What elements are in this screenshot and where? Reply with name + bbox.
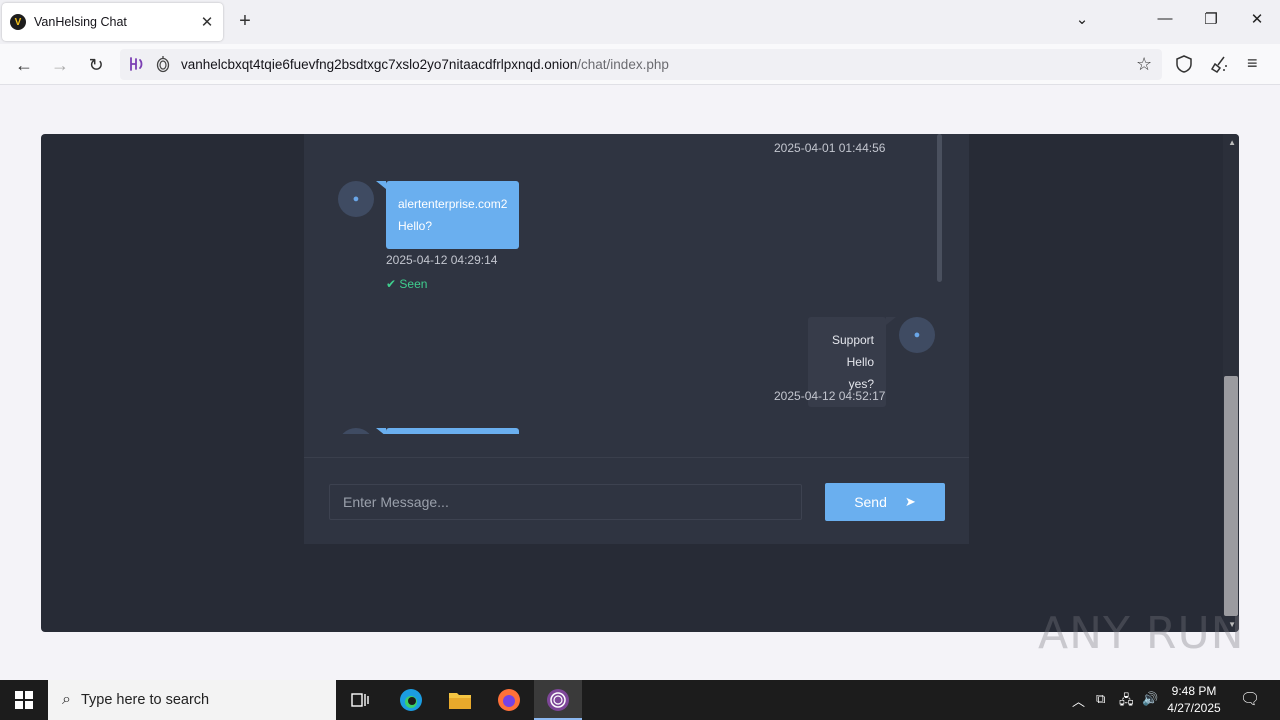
url-bar[interactable]: vanhelcbxqt4tqie6fuevfng2bsdtxgc7xslo2yo… bbox=[120, 49, 1162, 80]
bookmark-star-icon[interactable]: ☆ bbox=[1136, 54, 1152, 75]
scroll-up-icon[interactable]: ▲ bbox=[1228, 138, 1236, 147]
message-timestamp: 2025-04-12 04:29:14 bbox=[386, 253, 498, 267]
onion-lock-icon[interactable] bbox=[155, 55, 171, 78]
menu-hamburger-icon[interactable]: ≡ bbox=[1247, 53, 1258, 74]
user-avatar-icon bbox=[338, 428, 374, 434]
back-icon[interactable]: ← bbox=[12, 53, 36, 77]
shield-icon[interactable] bbox=[1175, 54, 1193, 79]
list-tabs-icon[interactable]: ⌄ bbox=[1070, 10, 1094, 28]
message-sender: alertenterprise.com2 bbox=[398, 197, 508, 211]
send-button[interactable]: Send ➤ bbox=[825, 483, 945, 521]
firefox-icon[interactable] bbox=[495, 686, 523, 714]
chat-frame: 2025-04-01 01:44:56 ● alertenterprise.co… bbox=[41, 134, 1239, 632]
tab-title: VanHelsing Chat bbox=[34, 15, 127, 29]
url-host: vanhelcbxqt4tqie6fuevfng2bsdtxgc7xslo2yo… bbox=[181, 57, 578, 72]
message-composer: Send ➤ bbox=[304, 457, 969, 544]
browser-tab-bar: V VanHelsing Chat ✕ + ⌄ — ❐ ✕ bbox=[0, 0, 1280, 44]
new-tab-icon[interactable]: + bbox=[234, 11, 256, 31]
seen-status: ✔ Seen bbox=[386, 277, 428, 291]
page-scrollbar-thumb[interactable] bbox=[1224, 376, 1238, 616]
page-scrollbar[interactable]: ▲ ▼ bbox=[1223, 134, 1239, 632]
new-identity-broom-icon[interactable] bbox=[1210, 54, 1230, 79]
volume-icon[interactable]: 🔊 bbox=[1142, 691, 1158, 707]
forward-icon[interactable]: → bbox=[48, 53, 72, 77]
message-sender: Support bbox=[831, 333, 874, 347]
incoming-message-bubble bbox=[376, 428, 519, 434]
incoming-message-bubble: alertenterprise.com2 Hello? bbox=[376, 181, 519, 249]
close-tab-icon[interactable]: ✕ bbox=[199, 13, 215, 31]
browser-nav-bar: ← → ↻ vanhelcbxqt4tqie6fuevfng2bsdtxgc7x… bbox=[0, 44, 1280, 85]
notifications-icon[interactable]: 🗨 bbox=[1240, 689, 1260, 709]
restore-icon[interactable]: ❐ bbox=[1199, 10, 1223, 28]
page-content: 2025-04-01 01:44:56 ● alertenterprise.co… bbox=[0, 85, 1280, 680]
tor-browser-icon[interactable] bbox=[544, 686, 572, 714]
reload-icon[interactable]: ↻ bbox=[84, 53, 108, 77]
message-text: Hello? bbox=[398, 219, 433, 233]
taskbar-search-text: Type here to search bbox=[80, 692, 210, 708]
edge-browser-icon[interactable] bbox=[397, 686, 425, 714]
clock-date: 4/27/2025 bbox=[1167, 701, 1221, 715]
message-timestamp: 2025-04-12 04:52:17 bbox=[774, 389, 886, 403]
message-scrollbar[interactable] bbox=[937, 134, 942, 282]
close-window-icon[interactable]: ✕ bbox=[1245, 10, 1269, 28]
minimize-icon[interactable]: — bbox=[1153, 10, 1177, 27]
user-avatar-icon: ● bbox=[338, 181, 374, 217]
clock-time: 9:48 PM bbox=[1171, 684, 1217, 698]
message-list[interactable]: 2025-04-01 01:44:56 ● alertenterprise.co… bbox=[304, 134, 969, 434]
paper-plane-icon: ➤ bbox=[904, 494, 916, 509]
url-path: /chat/index.php bbox=[577, 57, 669, 72]
search-icon: ⌕ bbox=[62, 691, 71, 708]
taskbar-clock[interactable]: 9:48 PM 4/27/2025 bbox=[1160, 683, 1228, 717]
message-timestamp: 2025-04-01 01:44:56 bbox=[774, 141, 886, 155]
network-icon[interactable]: 🖧 bbox=[1119, 691, 1134, 713]
vanhelsing-favicon-icon: V bbox=[10, 14, 26, 30]
anyrun-watermark: ANY RUN bbox=[1038, 608, 1245, 659]
url-text[interactable]: vanhelcbxqt4tqie6fuevfng2bsdtxgc7xslo2yo… bbox=[181, 57, 669, 72]
tray-device-icon[interactable]: ⧉ bbox=[1096, 691, 1105, 707]
task-view-icon[interactable] bbox=[346, 686, 374, 714]
chat-panel: 2025-04-01 01:44:56 ● alertenterprise.co… bbox=[304, 134, 969, 544]
tor-circuit-icon[interactable] bbox=[127, 55, 145, 78]
message-input[interactable] bbox=[329, 484, 802, 520]
send-label: Send bbox=[854, 494, 887, 510]
file-explorer-icon[interactable] bbox=[446, 686, 474, 714]
windows-start-icon[interactable] bbox=[0, 680, 48, 720]
taskbar-search[interactable]: ⌕ Type here to search bbox=[48, 680, 336, 720]
browser-tab[interactable]: V VanHelsing Chat ✕ bbox=[2, 3, 223, 41]
support-avatar-icon: ● bbox=[899, 317, 935, 353]
tray-chevron-up-icon[interactable]: ︿ bbox=[1072, 691, 1085, 710]
windows-taskbar: ⌕ Type here to search ︿ ⧉ 🖧 🔊 9:48 PM 4/… bbox=[0, 680, 1280, 720]
